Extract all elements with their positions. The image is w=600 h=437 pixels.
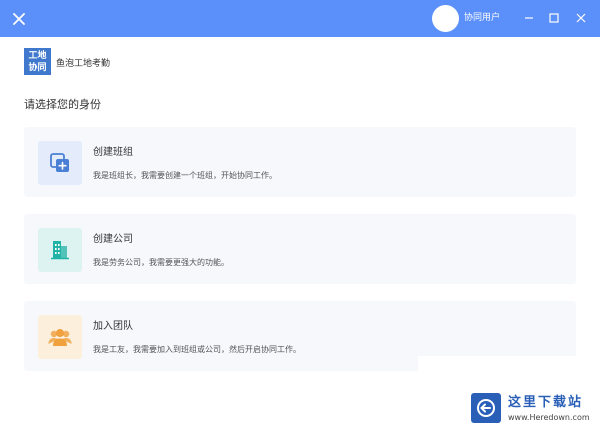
option-icon-box (38, 228, 82, 272)
username-label[interactable]: 协同用户 (464, 12, 500, 24)
building-icon (51, 241, 69, 260)
option-title: 创建班组 (93, 147, 133, 158)
option-title: 创建公司 (93, 234, 133, 245)
option-icon-box (38, 141, 82, 185)
option-create-team[interactable]: 创建班组 我是班组长，我需要创建一个班组，开始协同工作。 (24, 127, 576, 197)
add-copy-icon (50, 153, 69, 172)
app-name: 鱼泡工地考勤 (56, 59, 111, 69)
option-description: 我是班组长，我需要创建一个班组，开始协同工作。 (93, 171, 277, 180)
maximize-icon (549, 13, 559, 23)
option-icon-box (38, 315, 82, 359)
avatar[interactable] (432, 5, 459, 32)
download-site-icon (477, 399, 495, 417)
maximize-button[interactable] (545, 9, 563, 27)
close-icon (12, 12, 25, 25)
logo-line-1: 工地 (28, 51, 47, 61)
option-title: 加入团队 (93, 321, 133, 332)
option-description: 我是工友，我需要加入到班组或公司，然后开启协同工作。 (93, 345, 301, 354)
close-button[interactable] (8, 8, 29, 29)
watermark-title: 这里下载站 (508, 395, 584, 410)
option-description: 我是劳务公司，我需要更强大的功能。 (93, 258, 229, 267)
team-icon (48, 329, 72, 346)
app-logo: 工地 协同 (24, 48, 51, 75)
close-icon (576, 13, 586, 23)
watermark-url: www.Heredown.com (508, 413, 590, 422)
logo-line-2: 协同 (28, 63, 47, 73)
minimize-button[interactable] (520, 9, 538, 27)
option-create-company[interactable]: 创建公司 我是劳务公司，我需要更强大的功能。 (24, 214, 576, 284)
title-bar: 协同用户 (0, 0, 600, 37)
page-title: 请选择您的身份 (24, 98, 101, 111)
minimize-icon (525, 17, 533, 19)
watermark-logo (471, 393, 501, 423)
window-close-button[interactable] (572, 9, 590, 27)
